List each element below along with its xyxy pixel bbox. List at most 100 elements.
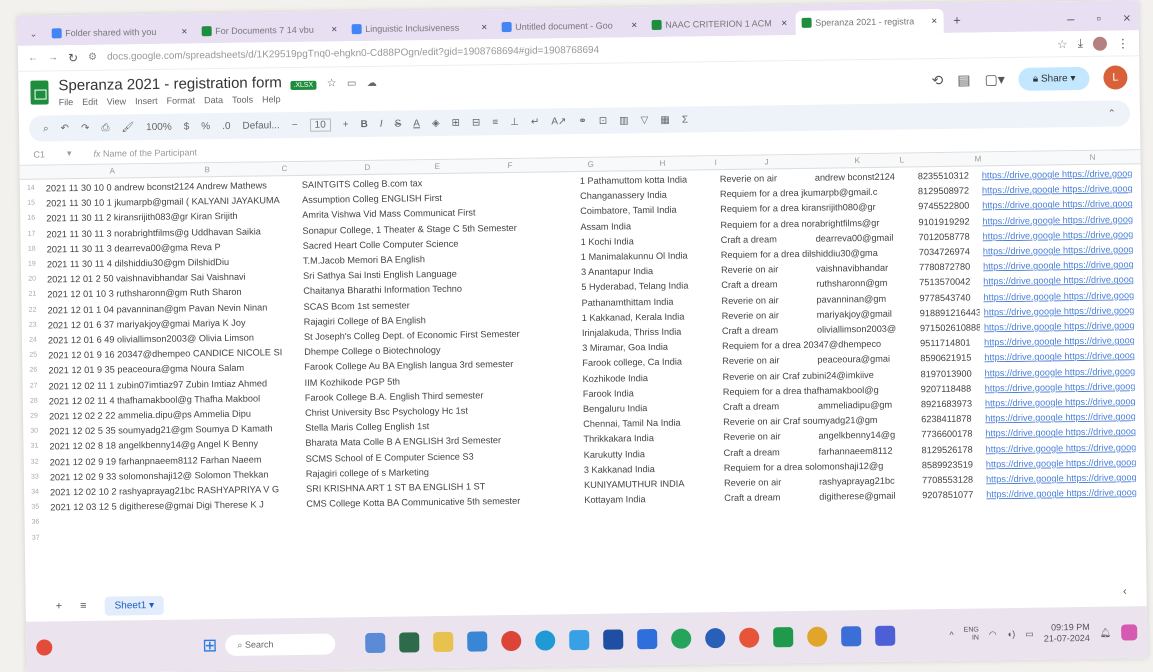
font-size-increase-icon[interactable]: +	[343, 119, 349, 130]
table-cell[interactable]: 6238411878	[921, 414, 981, 425]
table-cell[interactable]: 1 Pathamuttom kotta India	[580, 174, 710, 186]
drive-link[interactable]: https://drive.google https://drive.googl…	[986, 442, 1136, 454]
table-cell[interactable]: Sonapur College, 1 Theater & Stage C 5th…	[302, 222, 572, 236]
volume-icon[interactable]: ◖)	[1007, 629, 1016, 639]
reload-icon[interactable]: ↻	[68, 51, 78, 65]
app-icon-16[interactable]	[875, 625, 896, 646]
row-number[interactable]: 20	[21, 276, 43, 283]
italic-icon[interactable]: I	[380, 118, 383, 129]
table-cell[interactable]: andrew bconst2124	[815, 171, 915, 183]
drive-link[interactable]: https://drive.google https://drive.googl…	[983, 244, 1133, 256]
table-cell[interactable]: 2021 11 30 11 2 kiransrijith083@gr Kiran…	[46, 210, 296, 224]
table-cell[interactable]: Irinjalakuda, Thriss India	[582, 326, 712, 338]
column-d[interactable]: D	[365, 163, 371, 172]
column-k[interactable]: K	[855, 156, 860, 165]
menu-insert[interactable]: Insert	[135, 96, 158, 106]
table-cell[interactable]: 2021 11 30 10 1 jkumarpb@gmail ( KALYANI…	[46, 195, 296, 208]
table-cell[interactable]: 9207851077	[922, 490, 982, 501]
drive-link[interactable]: https://drive.google https://drive.googl…	[986, 472, 1136, 484]
table-cell[interactable]: 2021 12 01 9 35 peaceoura@gma Noura Sala…	[48, 362, 298, 376]
undo-icon[interactable]: ↶	[61, 123, 70, 134]
row-number[interactable]: 21	[21, 291, 43, 298]
drive-link[interactable]: https://drive.google https://drive.googl…	[984, 335, 1134, 347]
table-cell[interactable]: peaceoura@gmai	[817, 354, 917, 365]
table-cell[interactable]: 8235510312	[918, 170, 978, 182]
drive-link[interactable]: https://drive.google https://drive.googl…	[982, 199, 1132, 211]
column-f[interactable]: F	[508, 161, 513, 170]
table-cell[interactable]: 7708553128	[922, 474, 982, 486]
name-box-dropdown-icon[interactable]: ▾	[67, 148, 72, 159]
new-tab-button[interactable]: +	[945, 13, 969, 33]
paint-format-icon[interactable]: 🖌︎	[121, 122, 134, 133]
strikethrough-icon[interactable]: S	[394, 118, 401, 129]
table-cell[interactable]: 2021 12 02 9 19 farhanpnaeem8112 Farhan …	[50, 454, 300, 467]
comment-icon[interactable]: ⊡	[599, 115, 608, 126]
doc-title[interactable]: Speranza 2021 - registration form	[58, 74, 282, 94]
menu-edit[interactable]: Edit	[82, 97, 98, 107]
row-number[interactable]: 24	[22, 337, 44, 344]
drive-link[interactable]: https://drive.google https://drive.googl…	[982, 168, 1132, 180]
all-sheets-icon[interactable]: ≡	[80, 600, 87, 612]
table-cell[interactable]: Chennai, Tamil Na India	[583, 417, 713, 429]
table-cell[interactable]: IIM Kozhikode PGP 5th	[305, 374, 575, 387]
table-cell[interactable]: 2021 12 03 12 5 digitherese@gmai Digi Th…	[50, 499, 300, 513]
table-cell[interactable]: Pathanamthittam India	[581, 296, 711, 307]
table-cell[interactable]: KUNIYAMUTHUR INDIA	[584, 478, 714, 490]
table-cell[interactable]: 2021 12 02 11 4 thafhamakbool@g Thafha M…	[49, 393, 299, 406]
table-cell[interactable]: Chaitanya Bharathi Information Techno	[303, 283, 573, 296]
rotate-icon[interactable]: A↗	[551, 116, 566, 127]
table-cell[interactable]: farhannaeem8112	[819, 445, 919, 456]
drive-link[interactable]: https://drive.google https://drive.googl…	[985, 411, 1135, 423]
taskbar-search[interactable]: ⌕ Search	[225, 632, 336, 656]
row-number[interactable]: 28	[23, 397, 45, 404]
app-icon-15[interactable]	[841, 626, 862, 647]
table-cell[interactable]: dearreva00@gmail	[816, 232, 916, 243]
table-cell[interactable]: T.M.Jacob Memori BA English	[303, 252, 573, 266]
currency-icon[interactable]: $	[184, 121, 190, 132]
widgets-icon[interactable]	[36, 639, 53, 656]
download-icon[interactable]: ⤓	[1078, 36, 1084, 51]
drive-link[interactable]: https://drive.google https://drive.googl…	[986, 457, 1136, 469]
menu-file[interactable]: File	[59, 97, 74, 107]
drive-link[interactable]: https://drive.google https://drive.googl…	[986, 487, 1136, 499]
merge-icon[interactable]: ⊟	[472, 117, 481, 128]
table-cell[interactable]: Bengaluru India	[583, 402, 713, 414]
wrap-icon[interactable]: ↵	[531, 116, 540, 127]
tab-search-icon[interactable]: ⌄	[24, 28, 44, 45]
close-window-icon[interactable]: ×	[1115, 10, 1139, 30]
profile-icon[interactable]	[1092, 36, 1108, 51]
history-icon[interactable]: ⟲	[931, 71, 943, 88]
drive-link[interactable]: https://drive.google https://drive.googl…	[983, 259, 1133, 271]
table-cell[interactable]: vaishnavibhandar	[816, 263, 916, 274]
row-number[interactable]: 25	[22, 352, 44, 359]
scroll-left-icon[interactable]: ‹	[1123, 585, 1127, 597]
table-cell[interactable]: 7736600178	[921, 429, 981, 440]
table-cell[interactable]: 7780872780	[919, 262, 979, 273]
table-cell[interactable]: 3 Anantapur India	[581, 265, 711, 277]
menu-help[interactable]: Help	[262, 94, 281, 104]
table-cell[interactable]: 2021 12 02 10 2 rashyaprayag21bc RASHYAP…	[50, 484, 300, 497]
column-a[interactable]: A	[110, 167, 115, 176]
table-cell[interactable]: pavanninan@gm	[816, 293, 916, 304]
table-cell[interactable]: 8921683973	[921, 398, 981, 410]
browser-tab-2[interactable]: For Documents 7 14 vbu ×	[195, 17, 343, 43]
text-color-icon[interactable]: A	[413, 118, 420, 129]
file-explorer-icon[interactable]	[433, 631, 454, 653]
site-info-icon[interactable]: ⚙	[88, 52, 97, 63]
row-number[interactable]: 30	[23, 428, 45, 435]
meet-icon[interactable]: ▢▾	[984, 71, 1005, 88]
table-cell[interactable]: Requiem for a drea jkumarpb@gmail.c	[720, 187, 915, 199]
table-cell[interactable]: SCAS Bcom 1st semester	[303, 298, 573, 311]
table-cell[interactable]: 8590621915	[920, 353, 980, 364]
table-cell[interactable]: 2021 12 01 1 04 pavanninan@gm Pavan Nevi…	[48, 302, 298, 315]
browser-tab-4[interactable]: Untitled document - Goo ×	[495, 13, 643, 39]
table-cell[interactable]: 9207118488	[921, 383, 981, 394]
table-cell[interactable]: 1 Manimalakunnu Ol India	[581, 250, 711, 262]
menu-tools[interactable]: Tools	[232, 95, 253, 105]
zoom-select[interactable]: 100%	[146, 121, 172, 132]
comments-icon[interactable]: ▤	[957, 71, 970, 88]
collapse-icon[interactable]: ⌃	[1107, 108, 1116, 119]
name-box[interactable]: C1	[33, 149, 45, 159]
maximize-icon[interactable]: ▫	[1088, 11, 1109, 31]
align-icon[interactable]: ≡	[492, 117, 498, 128]
